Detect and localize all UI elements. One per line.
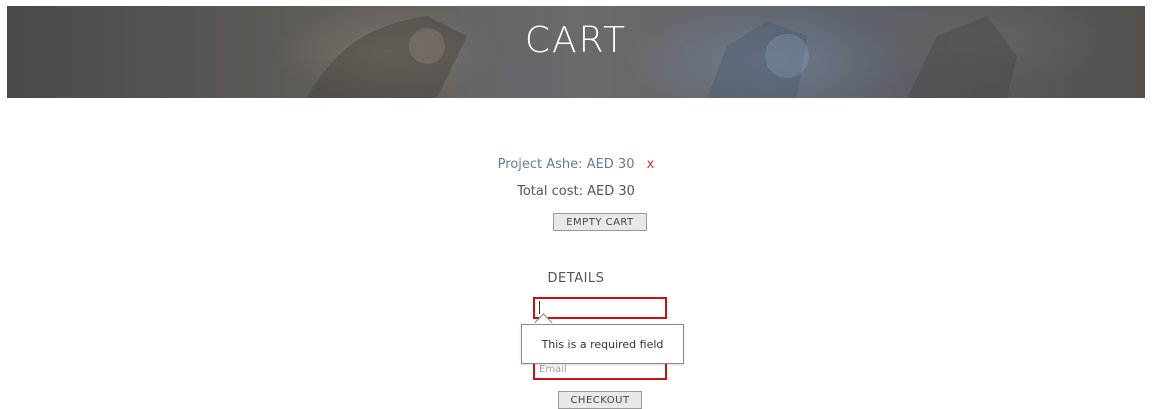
empty-cart-button[interactable]: EMPTY CART: [553, 213, 647, 231]
cart-item-label[interactable]: Project Ashe: AED 30: [498, 157, 635, 172]
page-title: CART: [524, 20, 628, 61]
total-cost: Total cost: AED 30: [517, 184, 635, 199]
remove-item-button[interactable]: x: [647, 157, 655, 172]
cart-item-row: Project Ashe: AED 30 x: [0, 157, 1152, 172]
validation-tooltip: This is a required field: [521, 324, 684, 364]
checkout-button[interactable]: CHECKOUT: [558, 391, 642, 409]
cart-hero-banner: CART: [7, 6, 1145, 98]
details-heading: DETAILS: [547, 271, 605, 286]
name-field[interactable]: [533, 297, 667, 319]
text-caret: [539, 301, 540, 314]
